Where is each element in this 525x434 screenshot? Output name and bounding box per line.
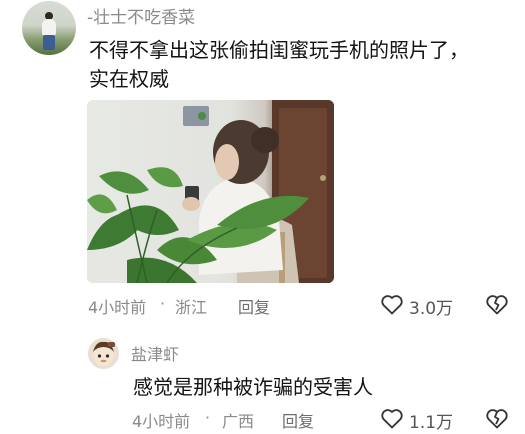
heart-outline-icon[interactable] (380, 293, 404, 315)
commenter-username[interactable]: -壮士不吃香菜 (87, 3, 195, 28)
reply-like-count: 1.1万 (409, 413, 454, 433)
avatar-illustration (88, 338, 119, 369)
commenter-avatar[interactable] (22, 1, 76, 55)
reply-to-reply-button[interactable]: 回复 (282, 408, 314, 432)
reply-commenter-username[interactable]: 盐津虾 (131, 341, 179, 365)
comment-text-line1: 不得不拿出这张偷拍闺蜜玩手机的照片了， (89, 38, 469, 62)
comment-location: 浙江 (175, 298, 208, 317)
meta-separator: · (205, 408, 211, 427)
comment-text: 不得不拿出这张偷拍闺蜜玩手机的照片了， 实在权威 (89, 36, 509, 94)
reply-commenter-avatar[interactable] (88, 338, 119, 369)
broken-heart-icon[interactable] (485, 293, 509, 315)
heart-outline-icon[interactable] (380, 407, 404, 429)
like-count: 3.0万 (409, 299, 454, 319)
reply-text: 感觉是那种被诈骗的受害人 (133, 375, 373, 399)
broken-heart-icon[interactable] (485, 407, 509, 429)
comment-photo[interactable] (87, 100, 334, 283)
meta-separator: · (160, 294, 166, 313)
reply-time: 4小时前 (132, 412, 191, 431)
comment-text-line2: 实在权威 (89, 67, 169, 91)
reply-location: 广西 (222, 412, 255, 431)
photo-illustration (87, 100, 334, 283)
comment-time: 4小时前 (88, 298, 147, 317)
reply-button[interactable]: 回复 (238, 294, 270, 318)
